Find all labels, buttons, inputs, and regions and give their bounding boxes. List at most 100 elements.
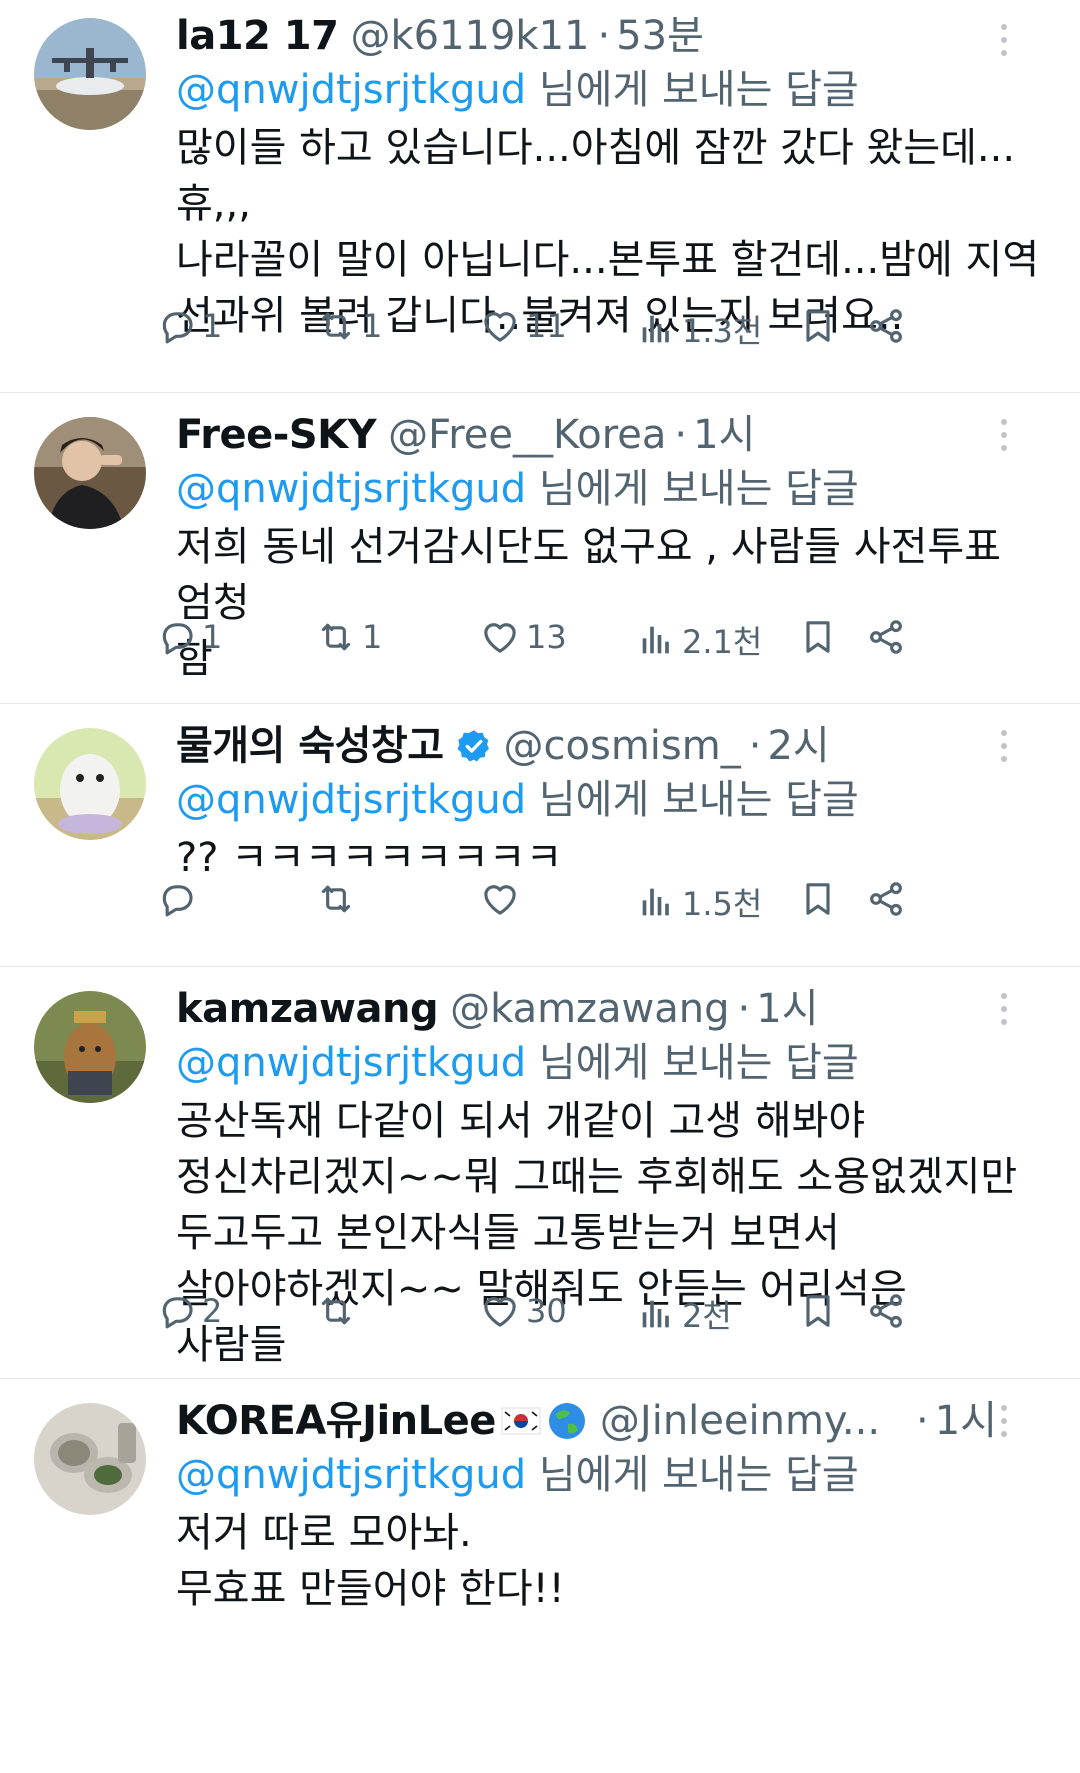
timestamp[interactable]: 53분 [616,10,704,62]
user-handle[interactable]: @cosmism_ [504,720,741,772]
retweet-button[interactable]: 1 [316,617,382,657]
mention-link[interactable]: @qnwjdtjsrjtkgud [176,466,526,512]
avatar[interactable] [34,18,146,130]
reply-icon [156,617,196,657]
reply-tweet[interactable]: Free-SKY @Free__Korea · 1시 @qnwjdtjsrjtk… [0,393,1080,704]
display-name[interactable]: KOREA유JinLee [176,1395,496,1447]
share-button[interactable] [866,306,906,346]
reply-button[interactable] [156,879,202,919]
retweet-icon [316,1291,356,1331]
replying-to-line: @qnwjdtjsrjtkgud 님에게 보내는 답글 [176,1447,1040,1503]
share-button[interactable] [866,1291,906,1331]
more-options-icon[interactable] [992,20,1016,60]
display-name[interactable]: 물개의 숙성창고 [176,720,444,772]
like-button[interactable]: 30 [480,1291,567,1331]
timestamp[interactable]: 1시 [756,983,818,1035]
bookmark-icon [798,1291,838,1331]
likes-count: 11 [526,307,567,345]
bookmark-icon [798,306,838,346]
mention-link[interactable]: @qnwjdtjsrjtkgud [176,1452,526,1498]
like-button[interactable]: 11 [480,306,567,346]
more-options-icon[interactable] [992,1401,1016,1441]
globe-icon [548,1403,585,1439]
reply-button[interactable]: 1 [156,306,222,346]
bookmark-button[interactable] [798,1291,838,1331]
reply-tweet[interactable]: kamzawang @kamzawang · 1시 @qnwjdtjsrjtkg… [0,967,1080,1379]
mention-link[interactable]: @qnwjdtjsrjtkgud [176,67,526,113]
views-button[interactable]: 1.5천 [636,879,762,925]
timestamp[interactable]: 2시 [767,720,829,772]
retweet-icon [316,306,356,346]
share-button[interactable] [866,617,906,657]
separator-dot: · [748,723,762,769]
reply-tweet[interactable]: la12 17 @k6119k11 · 53분 @qnwjdtjsrjtkgud… [0,0,1080,393]
user-handle[interactable]: @Jinleeinmy... [600,1395,880,1447]
mention-link[interactable]: @qnwjdtjsrjtkgud [176,1040,526,1086]
seal-character-avatar-icon [34,728,146,840]
user-handle[interactable]: @k6119k11 [350,10,589,62]
reply-tweet[interactable]: 물개의 숙성창고 @cosmism_ · 2시 @qnwjdtjsrjtkgud… [0,704,1080,967]
reply-label: 님에게 보내는 답글 [538,1452,859,1498]
views-button[interactable]: 2.1천 [636,617,762,663]
replying-to-line: @qnwjdtjsrjtkgud 님에게 보내는 답글 [176,1035,1040,1091]
timestamp[interactable]: 1시 [693,409,755,461]
avatar[interactable] [34,1403,146,1515]
timestamp[interactable]: 1시 [935,1395,997,1447]
reply-label: 님에게 보내는 답글 [538,67,859,113]
reply-label: 님에게 보내는 답글 [538,1040,859,1086]
bookmark-icon [798,617,838,657]
separator-dot: · [737,986,751,1032]
reply-button[interactable]: 1 [156,617,222,657]
like-button[interactable] [480,879,526,919]
retweets-count: 1 [362,307,383,345]
bookmark-button[interactable] [798,306,838,346]
user-handle[interactable]: @Free__Korea [388,409,666,461]
reply-icon [156,879,196,919]
reply-label: 님에게 보내는 답글 [538,466,859,512]
display-name[interactable]: Free-SKY [176,409,377,461]
action-bar: 1 1 11 1.3천 [0,306,1080,366]
separator-dot: · [597,13,611,59]
views-icon [636,620,676,660]
views-button[interactable]: 1.3천 [636,306,762,352]
bookmark-button[interactable] [798,617,838,657]
bookmark-button[interactable] [798,879,838,919]
views-count: 2.1천 [682,623,763,661]
more-options-icon[interactable] [992,726,1016,766]
display-name[interactable]: la12 17 [176,10,339,62]
heart-icon [480,306,520,346]
tweet-text: 저거 따로 모아놔. 무효표 만들어야 한다!! [176,1510,565,1612]
reply-button[interactable]: 2 [156,1291,222,1331]
views-count: 2천 [682,1297,732,1335]
retweet-button[interactable] [316,879,362,919]
avatar[interactable] [34,417,146,529]
retweets-count: 1 [362,618,383,656]
replying-to-line: @qnwjdtjsrjtkgud 님에게 보내는 답글 [176,772,1040,828]
mention-link[interactable]: @qnwjdtjsrjtkgud [176,777,526,823]
likes-count: 13 [526,618,567,656]
potato-king-avatar-icon [34,991,146,1103]
share-icon [866,617,906,657]
heart-icon [480,1291,520,1331]
more-options-icon[interactable] [992,415,1016,455]
reply-feed: la12 17 @k6119k11 · 53분 @qnwjdtjsrjtkgud… [0,0,1080,1773]
user-handle[interactable]: @kamzawang [450,983,729,1035]
share-icon [866,879,906,919]
display-name[interactable]: kamzawang [176,983,439,1035]
avatar[interactable] [34,991,146,1103]
airplane-avatar-icon [34,18,146,130]
retweet-button[interactable]: 1 [316,306,382,346]
retweet-button[interactable] [316,1291,362,1331]
reply-tweet[interactable]: KOREA유JinLee @Jinleeinmy... · 1시 @qnwjdt… [0,1379,1080,1773]
avatar[interactable] [34,728,146,840]
views-button[interactable]: 2천 [636,1291,732,1337]
like-button[interactable]: 13 [480,617,567,657]
reply-icon [156,1291,196,1331]
views-icon [636,882,676,922]
separator-dot: · [674,412,688,458]
action-bar: 1 1 13 2.1천 [0,617,1080,677]
views-icon [636,1294,676,1334]
share-button[interactable] [866,879,906,919]
more-options-icon[interactable] [992,989,1016,1029]
action-bar: 2 30 2천 [0,1291,1080,1351]
